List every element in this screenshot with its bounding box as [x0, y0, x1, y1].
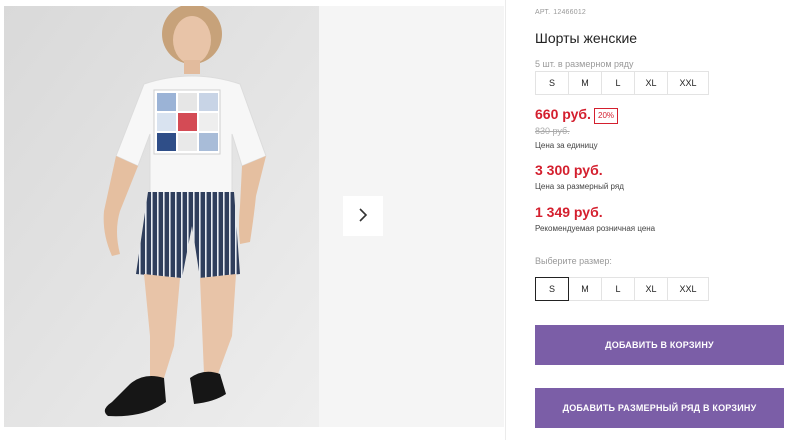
rrp-price-caption: Рекомендуемая розничная цена — [535, 224, 656, 233]
pack-size-m: M — [568, 71, 602, 95]
pack-sizes-row: S M L XL XXL — [535, 71, 709, 95]
product-gallery — [4, 6, 504, 427]
add-pack-to-cart-button[interactable]: ДОБАВИТЬ РАЗМЕРНЫЙ РЯД В КОРЗИНУ — [535, 388, 784, 428]
size-option-xl[interactable]: XL — [634, 277, 668, 301]
pack-price: 3 300 руб. — [535, 162, 603, 178]
article-label: АРТ. — [535, 9, 551, 16]
pack-price-caption: Цена за размерный ряд — [535, 182, 624, 191]
size-option-m[interactable]: M — [568, 277, 602, 301]
pack-size-xxl: XXL — [667, 71, 709, 95]
add-to-cart-button[interactable]: ДОБАВИТЬ В КОРЗИНУ — [535, 325, 784, 365]
choose-size-label: Выберите размер: — [535, 256, 612, 266]
unit-price: 660 руб. — [535, 106, 591, 122]
article-number: АРТ. 12466012 — [535, 9, 589, 16]
pack-size-xl: XL — [634, 71, 668, 95]
size-option-xxl[interactable]: XXL — [667, 277, 709, 301]
pack-size-label: 5 шт. в размерном ряду — [535, 59, 634, 69]
size-selector: S M L XL XXL — [535, 277, 709, 301]
unit-price-caption: Цена за единицу — [535, 141, 598, 150]
product-photo[interactable] — [4, 6, 319, 427]
rrp-price: 1 349 руб. — [535, 204, 603, 220]
column-divider — [505, 0, 506, 440]
size-option-l[interactable]: L — [601, 277, 635, 301]
product-title: Шорты женские — [535, 30, 638, 46]
discount-badge: 20% — [594, 108, 619, 124]
pack-size-s: S — [535, 71, 569, 95]
pack-size-l: L — [601, 71, 635, 95]
chevron-right-icon — [357, 207, 369, 226]
article-value: 12466012 — [553, 9, 587, 16]
size-option-s[interactable]: S — [535, 277, 569, 301]
next-image-button[interactable] — [343, 196, 383, 236]
old-price: 830 руб. — [535, 126, 570, 136]
